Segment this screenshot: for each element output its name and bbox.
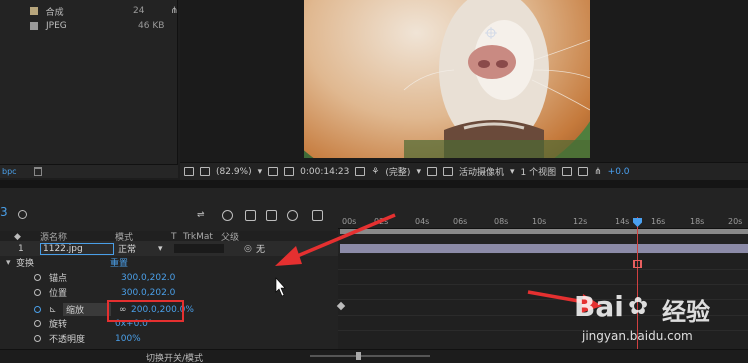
arrow-to-parent — [275, 213, 396, 266]
watermark-url: jingyan.baidu.com — [582, 329, 693, 343]
mouse-cursor-icon — [275, 277, 286, 297]
watermark-brand: Bai — [574, 290, 624, 323]
paw-icon: ✿ — [628, 292, 649, 320]
baidu-jingyan-watermark: Bai ✿ 经验 jingyan.baidu.com — [564, 282, 748, 358]
watermark-brand-cn: 经验 — [662, 298, 710, 326]
